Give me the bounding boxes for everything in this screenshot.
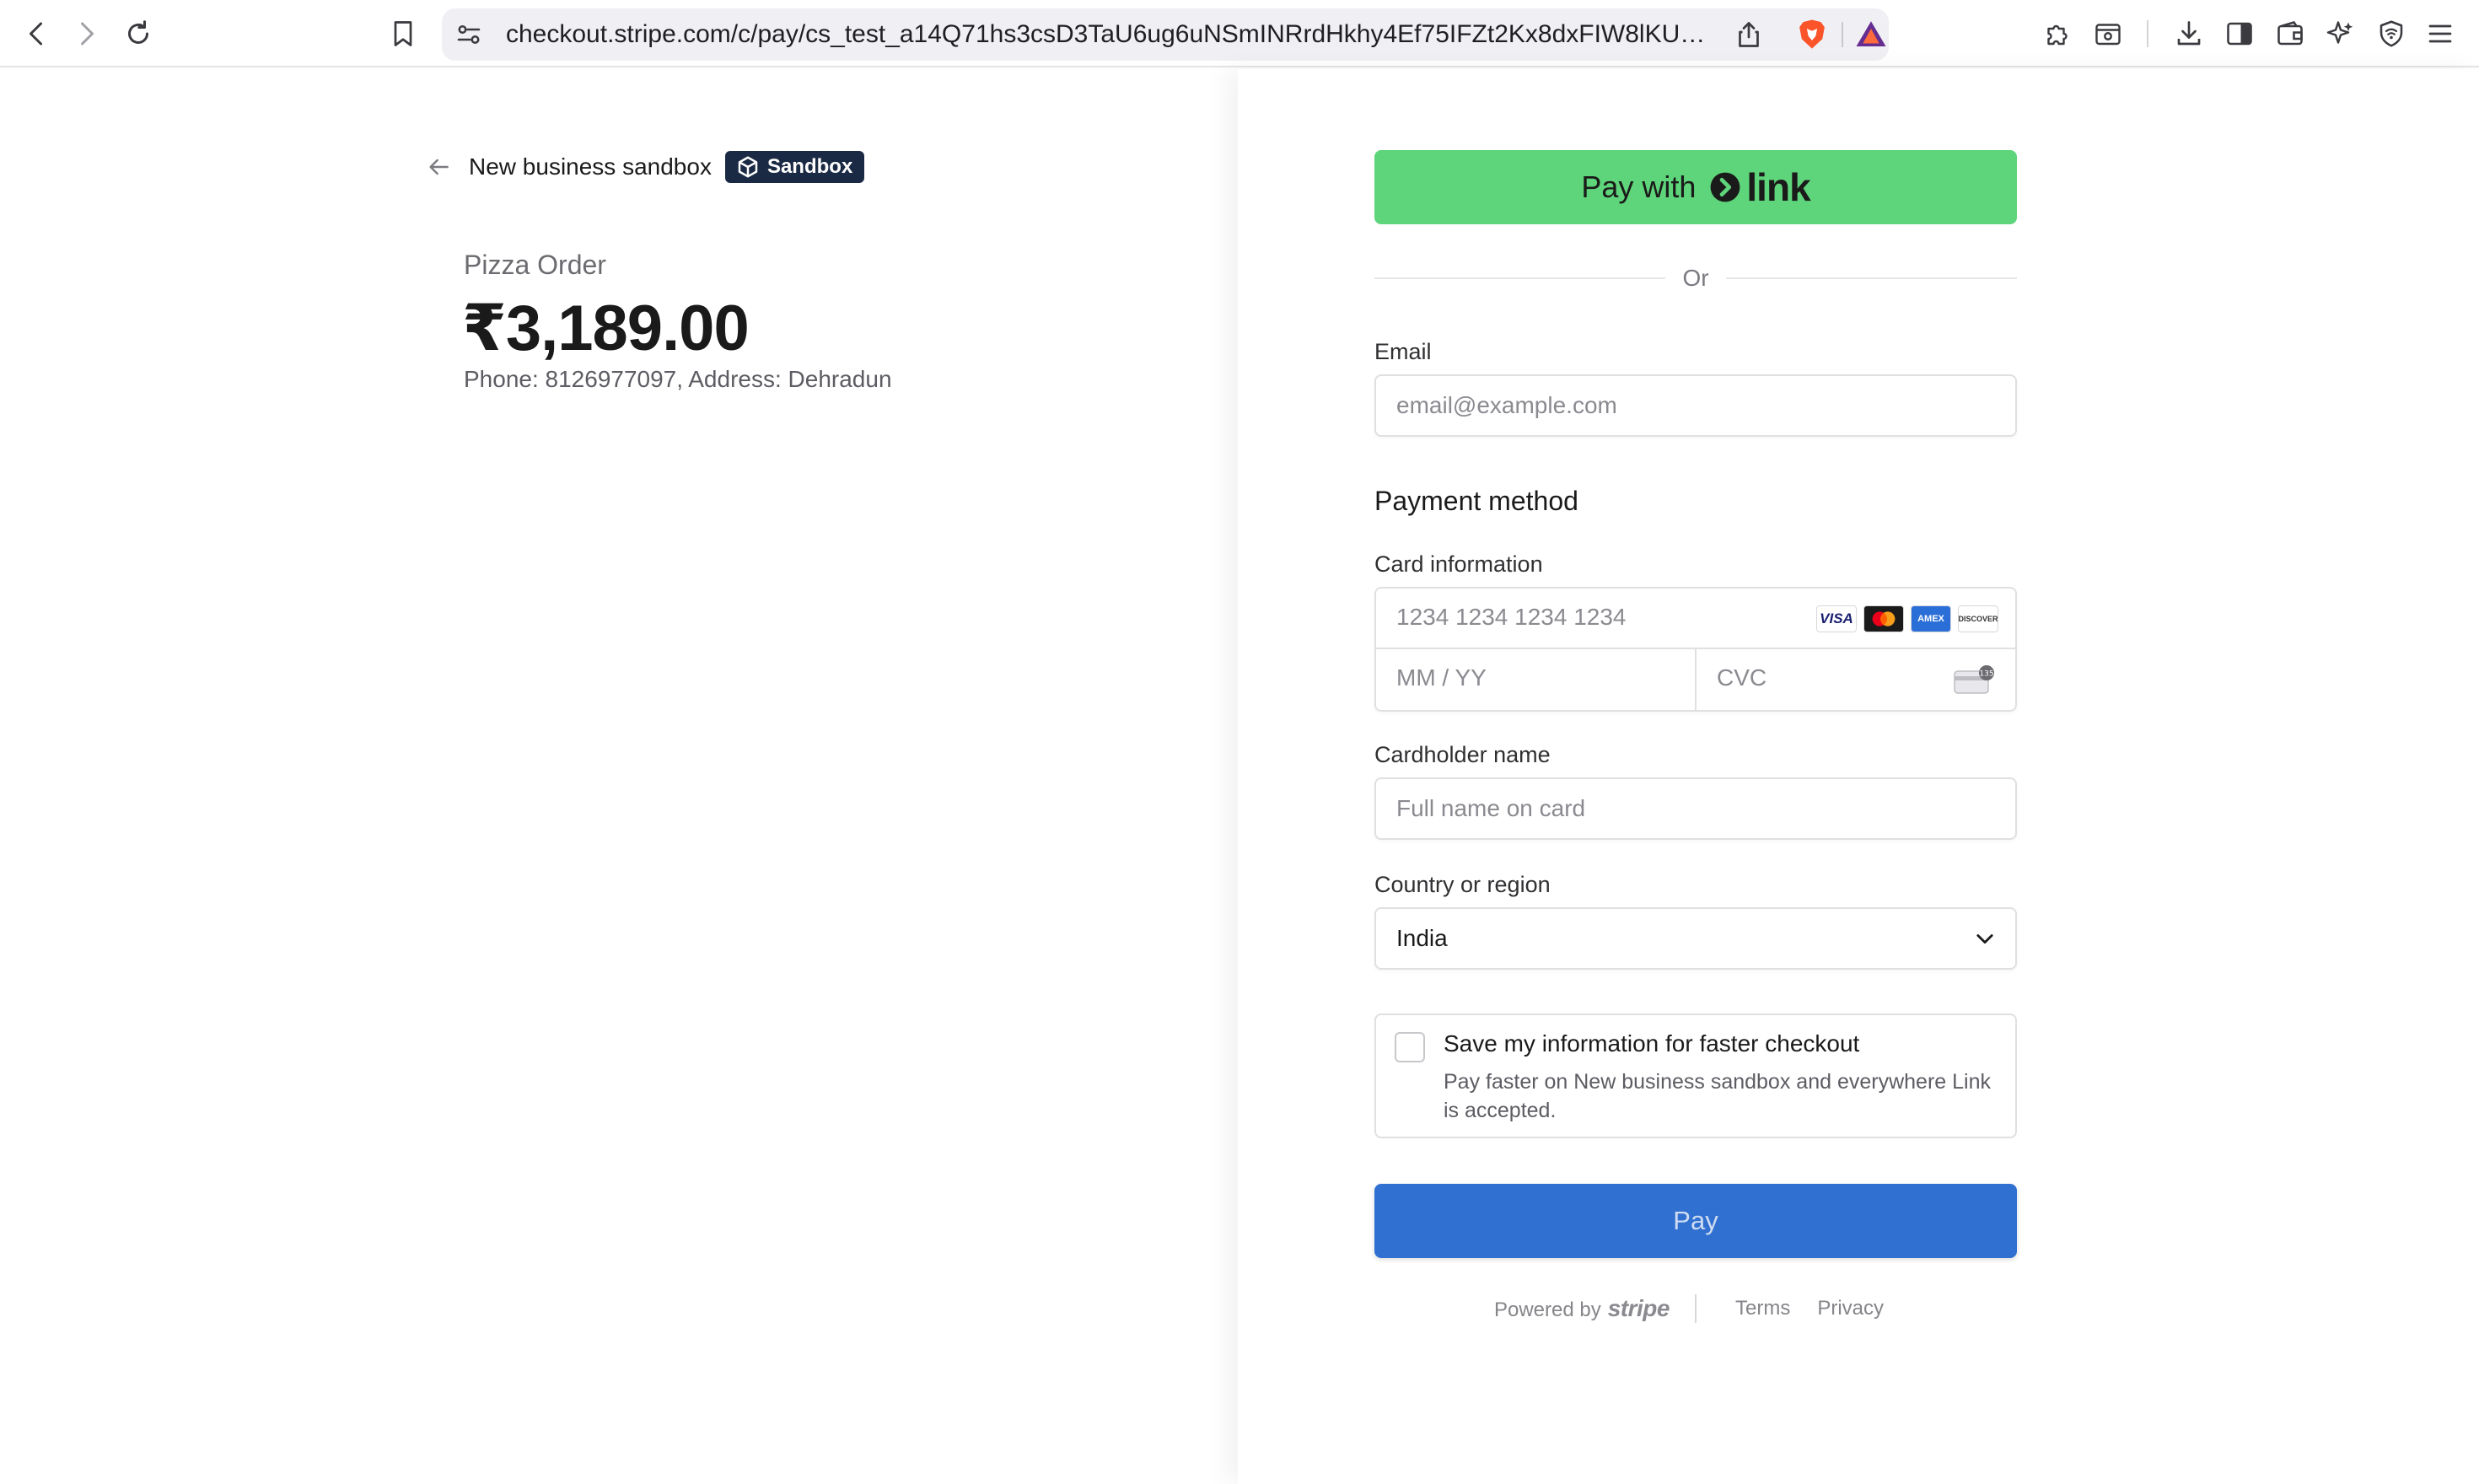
merchant-name[interactable]: New business sandbox: [469, 153, 712, 180]
forward-icon[interactable]: [67, 15, 105, 52]
chevron-down-icon: [1976, 934, 1993, 944]
expiry-placeholder: MM / YY: [1396, 664, 1487, 691]
amex-icon: AMEX: [1911, 605, 1951, 632]
bookmark-icon[interactable]: [384, 15, 422, 52]
cardholder-label: Cardholder name: [1374, 742, 1551, 767]
extensions-icon[interactable]: [2039, 15, 2076, 52]
card-info-label: Card information: [1374, 551, 1543, 577]
link-logo-icon: [1710, 172, 1740, 202]
sidebar-icon[interactable]: [2221, 15, 2258, 52]
cardholder-placeholder: Full name on card: [1396, 795, 1586, 821]
url-text[interactable]: checkout.stripe.com/c/pay/cs_test_a14Q71…: [506, 8, 1713, 61]
brave-shields-icon[interactable]: [1794, 17, 1830, 52]
pay-with-link-button[interactable]: Pay with link: [1374, 150, 2017, 224]
pay-button-label: Pay: [1673, 1206, 1718, 1235]
mastercard-icon: [1863, 605, 1904, 632]
pay-button[interactable]: Pay: [1374, 1184, 2017, 1258]
save-info-title[interactable]: Save my information for faster checkout: [1444, 1030, 1859, 1057]
leo-ai-icon[interactable]: [2322, 15, 2359, 52]
arrow-left-icon[interactable]: [425, 153, 452, 180]
back-icon[interactable]: [19, 15, 56, 52]
checkout-footer: Powered by stripe Terms Privacy: [1374, 1294, 2017, 1323]
browser-toolbar: checkout.stripe.com/c/pay/cs_test_a14Q71…: [0, 0, 2479, 67]
order-total: ₹3,189.00: [462, 293, 750, 364]
country-select[interactable]: India: [1374, 907, 2017, 970]
address-bar[interactable]: checkout.stripe.com/c/pay/cs_test_a14Q71…: [442, 8, 1889, 61]
cardholder-name-field[interactable]: Full name on card: [1374, 777, 2017, 840]
terms-link[interactable]: Terms: [1735, 1297, 1790, 1320]
sandbox-badge: Sandbox: [724, 151, 865, 183]
menu-icon[interactable]: [2422, 15, 2459, 52]
or-label: Or: [1682, 265, 1709, 291]
reload-icon[interactable]: [120, 15, 157, 52]
order-description: Phone: 8126977097, Address: Dehradun: [464, 366, 892, 392]
save-info-option: Save my information for faster checkout …: [1374, 1014, 2017, 1138]
card-information-group: 1234 1234 1234 1234 VISA AMEX DISCOVER M…: [1374, 587, 2017, 712]
country-label: Country or region: [1374, 872, 1551, 897]
product-name: Pizza Order: [464, 250, 606, 280]
back-to-merchant-link[interactable]: New business sandbox Sandbox: [425, 148, 865, 186]
cvc-field[interactable]: CVC 135: [1697, 649, 2015, 710]
email-placeholder: email@example.com: [1396, 392, 1617, 418]
powered-by-label: Powered by: [1493, 1298, 1601, 1321]
country-value: India: [1396, 925, 1448, 951]
share-icon[interactable]: [1734, 19, 1764, 50]
card-brands: VISA AMEX DISCOVER: [1816, 605, 1998, 632]
email-field[interactable]: email@example.com: [1374, 374, 2017, 437]
svg-text:135: 135: [1979, 670, 1993, 679]
link-brand-word: link: [1746, 165, 1810, 209]
order-summary-pane: [0, 69, 1238, 1484]
expiry-field[interactable]: MM / YY: [1376, 649, 1695, 710]
discover-icon: DISCOVER: [1958, 605, 1998, 632]
stripe-logo: stripe: [1607, 1295, 1670, 1321]
vpn-icon[interactable]: [2373, 15, 2410, 52]
cvc-placeholder: CVC: [1717, 664, 1767, 691]
wallet-icon[interactable]: [2272, 15, 2309, 52]
visa-icon: VISA: [1816, 605, 1857, 632]
sandbox-badge-label: Sandbox: [766, 155, 853, 178]
privacy-link[interactable]: Privacy: [1817, 1297, 1884, 1320]
brave-rewards-icon[interactable]: [1853, 17, 1889, 52]
downloads-icon[interactable]: [2170, 15, 2207, 52]
save-info-checkbox[interactable]: [1395, 1032, 1425, 1062]
powered-by-stripe[interactable]: Powered by stripe: [1494, 1295, 1670, 1322]
cube-icon: [738, 156, 758, 178]
save-info-description: Pay faster on New business sandbox and e…: [1444, 1070, 1991, 1122]
site-settings-icon[interactable]: [454, 19, 484, 50]
cvc-card-icon: 135: [1954, 665, 1994, 694]
reader-mode-icon[interactable]: [2089, 15, 2127, 52]
email-label: Email: [1374, 339, 1432, 364]
card-number-placeholder: 1234 1234 1234 1234: [1396, 604, 1627, 630]
card-number-field[interactable]: 1234 1234 1234 1234 VISA AMEX DISCOVER: [1376, 589, 2015, 649]
link-button-label: Pay with: [1581, 169, 1697, 204]
or-divider: Or: [1374, 261, 2018, 295]
payment-method-title: Payment method: [1374, 486, 1578, 516]
